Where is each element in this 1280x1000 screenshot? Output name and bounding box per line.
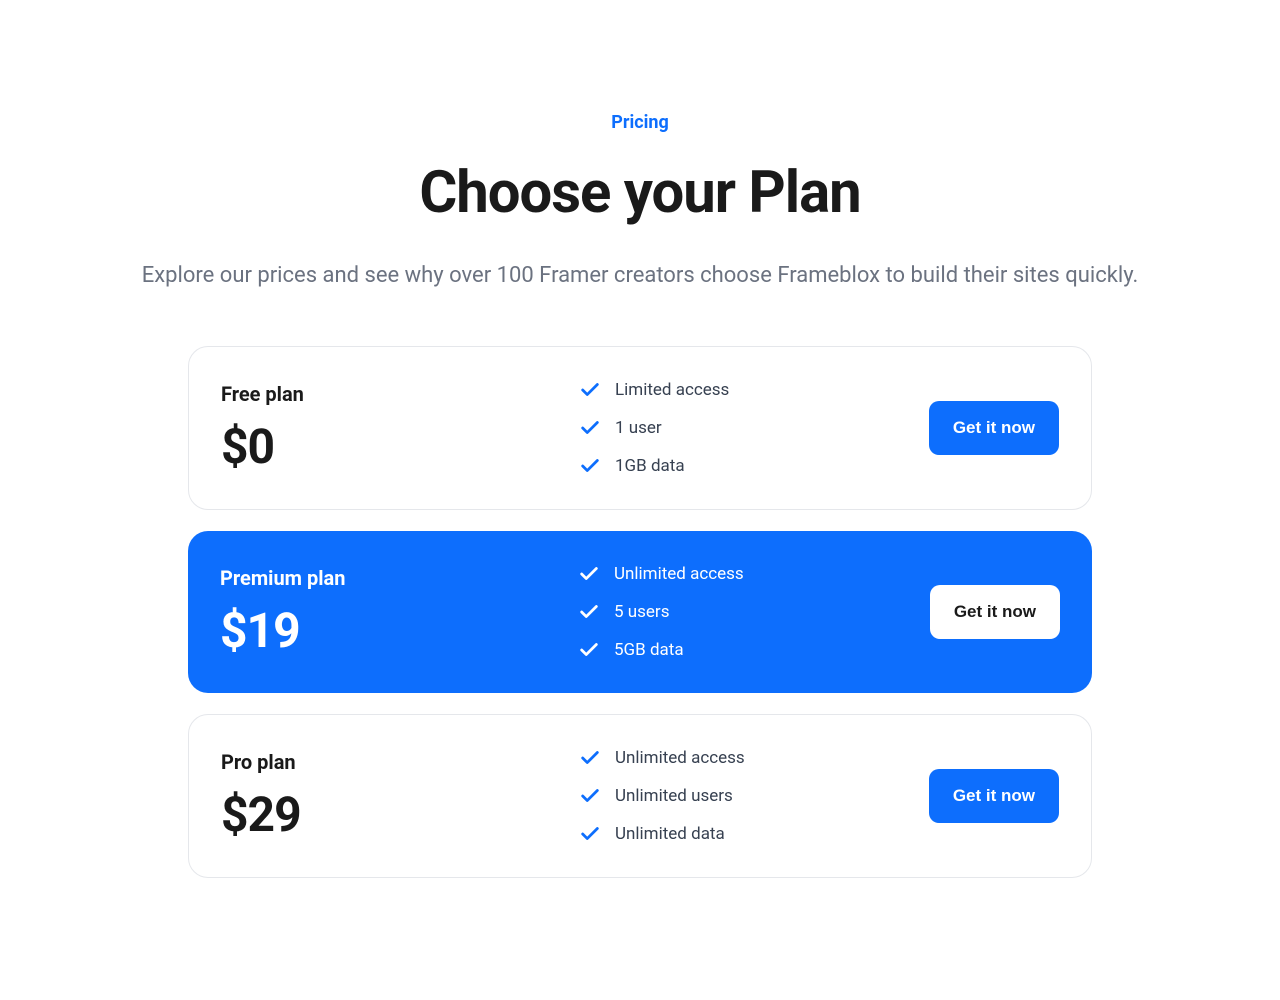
pricing-section: Pricing Choose your Plan Explore our pri… [0,112,1280,878]
feature-item: 1GB data [579,455,929,477]
feature-text: 5 users [614,602,669,622]
eyebrow-label: Pricing [611,112,668,133]
feature-text: 1GB data [615,456,685,476]
check-icon [579,455,601,477]
get-it-now-button[interactable]: Get it now [929,769,1059,823]
plan-name: Pro plan [221,750,579,774]
feature-item: Unlimited users [579,785,929,807]
feature-item: Unlimited data [579,823,929,845]
get-it-now-button[interactable]: Get it now [929,401,1059,455]
check-icon [578,601,600,623]
check-icon [579,785,601,807]
check-icon [579,747,601,769]
get-it-now-button[interactable]: Get it now [930,585,1060,639]
feature-text: Unlimited access [615,748,745,768]
check-icon [579,823,601,845]
feature-item: Unlimited access [579,747,929,769]
feature-text: Unlimited data [615,824,725,844]
plan-header: Free plan $0 [221,382,579,475]
plan-features: Limited access 1 user 1GB data [579,379,929,477]
feature-item: 1 user [579,417,929,439]
feature-item: 5GB data [578,639,930,661]
page-subtitle: Explore our prices and see why over 100 … [142,263,1139,288]
plan-price: $29 [221,786,579,843]
check-icon [578,639,600,661]
check-icon [578,563,600,585]
plan-price: $19 [220,602,578,659]
feature-text: Unlimited users [615,786,733,806]
plan-card-premium: Premium plan $19 Unlimited access 5 user… [188,531,1092,693]
plan-header: Pro plan $29 [221,750,579,843]
feature-text: Unlimited access [614,564,744,584]
plan-features: Unlimited access 5 users 5GB data [578,563,930,661]
feature-text: 5GB data [614,640,684,660]
plan-card-free: Free plan $0 Limited access 1 user 1GB d… [188,346,1092,510]
plan-name: Premium plan [220,566,578,590]
check-icon [579,417,601,439]
plan-name: Free plan [221,382,579,406]
feature-item: Limited access [579,379,929,401]
plan-price: $0 [221,418,579,475]
plan-header: Premium plan $19 [220,566,578,659]
page-title: Choose your Plan [419,159,860,227]
plans-list: Free plan $0 Limited access 1 user 1GB d… [188,346,1092,878]
check-icon [579,379,601,401]
feature-text: Limited access [615,380,729,400]
feature-item: 5 users [578,601,930,623]
feature-text: 1 user [615,418,662,438]
plan-card-pro: Pro plan $29 Unlimited access Unlimited … [188,714,1092,878]
feature-item: Unlimited access [578,563,930,585]
plan-features: Unlimited access Unlimited users Unlimit… [579,747,929,845]
